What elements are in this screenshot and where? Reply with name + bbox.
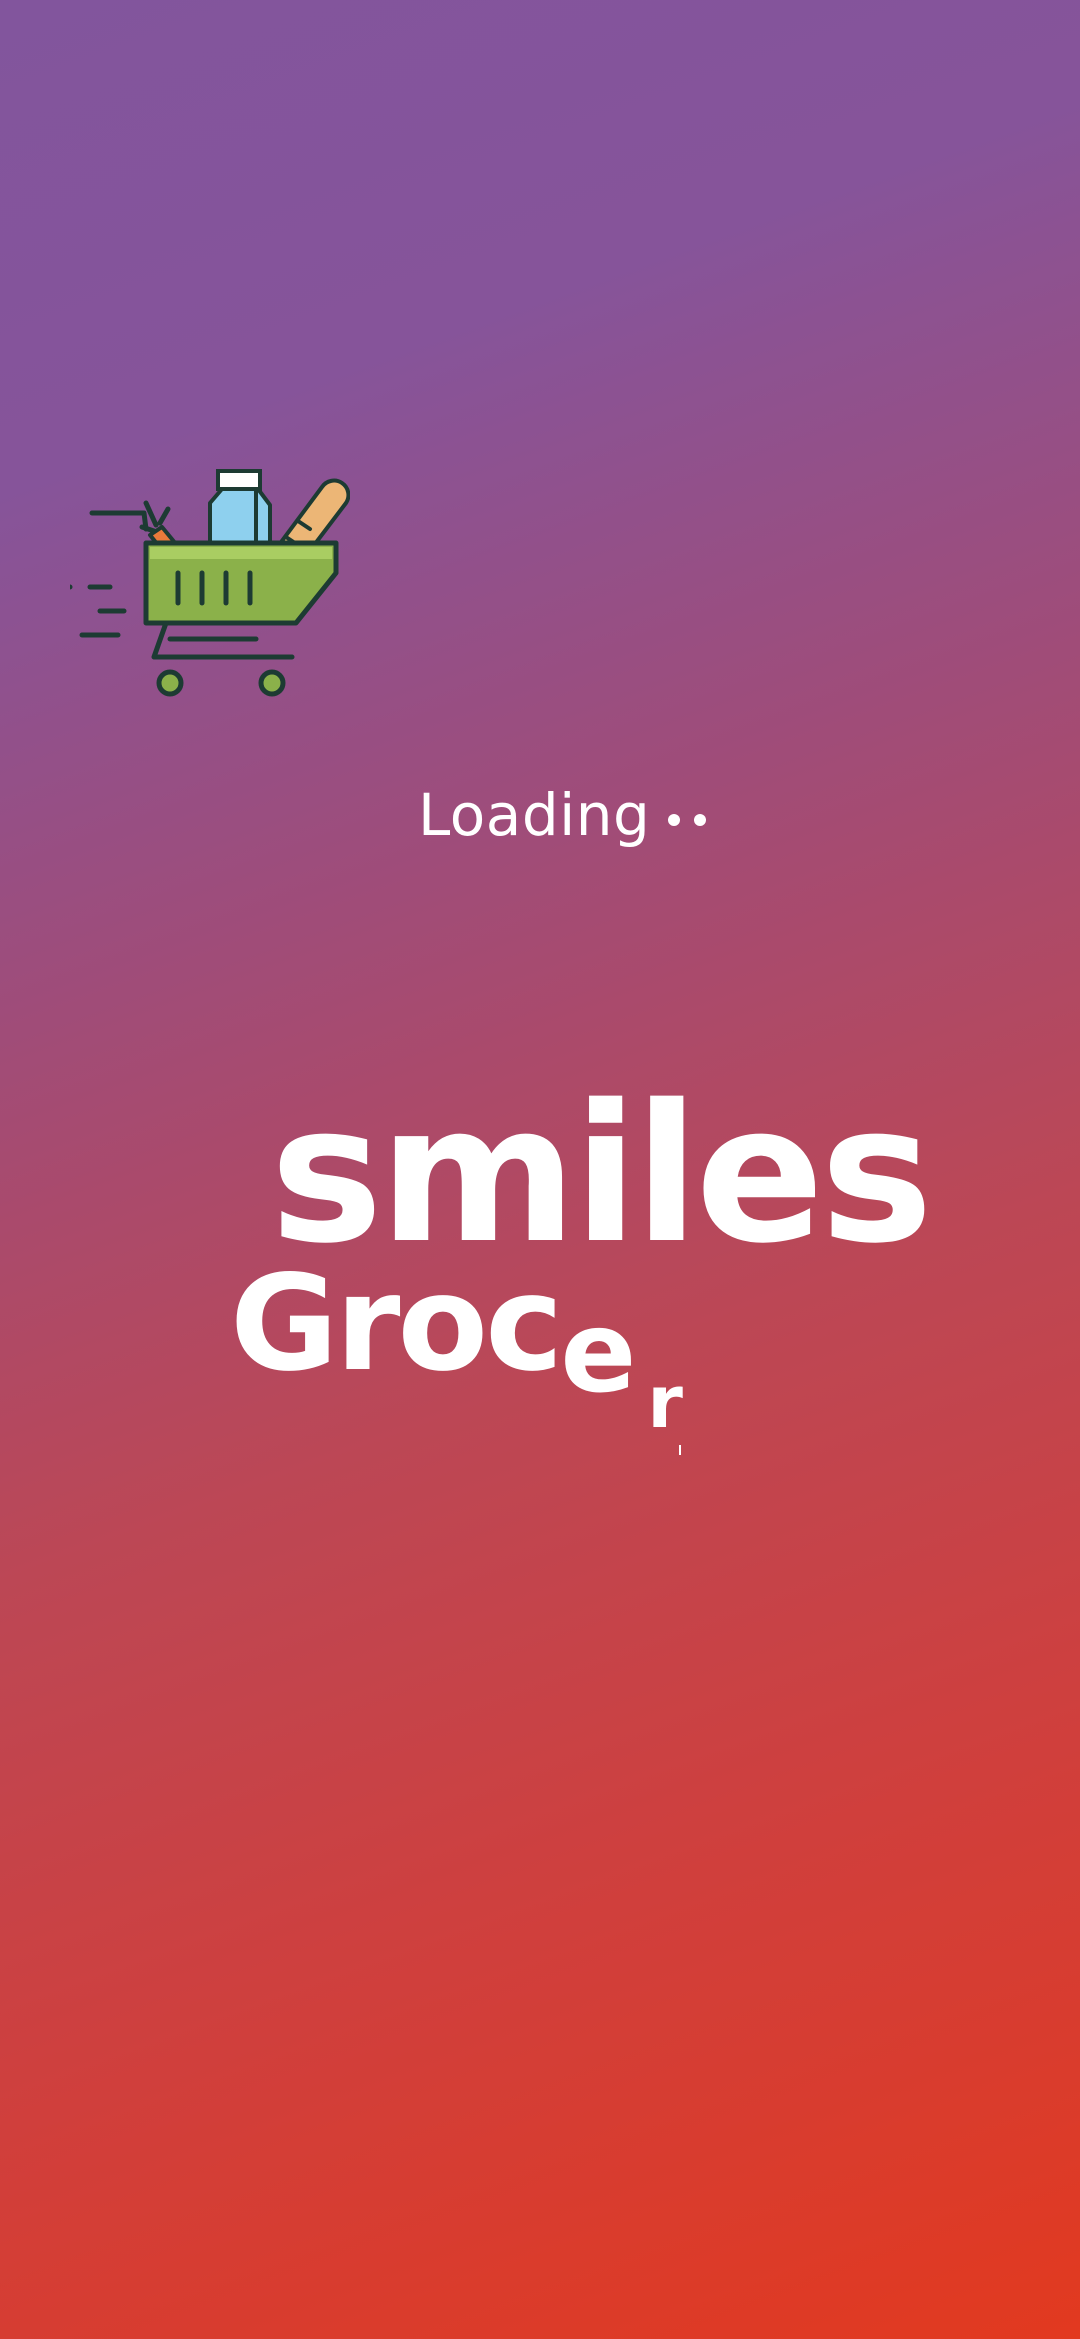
- loading-dots: [668, 814, 720, 826]
- grocery-cart-icon: [70, 465, 350, 705]
- app-logo: smiles Groce r: [230, 1080, 933, 1460]
- logo-grocer-part1: Groc: [230, 1247, 563, 1401]
- logo-tick-mark: [679, 1445, 681, 1455]
- logo-grocer-part2: e: [560, 1288, 636, 1418]
- logo-grocer-part3: r: [647, 1360, 682, 1444]
- loading-dot: [668, 814, 681, 826]
- loading-dot: [694, 814, 707, 826]
- logo-smiles-text: smiles: [270, 1064, 933, 1285]
- loading-label: Loading: [418, 781, 651, 849]
- loading-indicator: Loading: [418, 775, 720, 855]
- logo-grocer-text: Groce r: [230, 1258, 683, 1438]
